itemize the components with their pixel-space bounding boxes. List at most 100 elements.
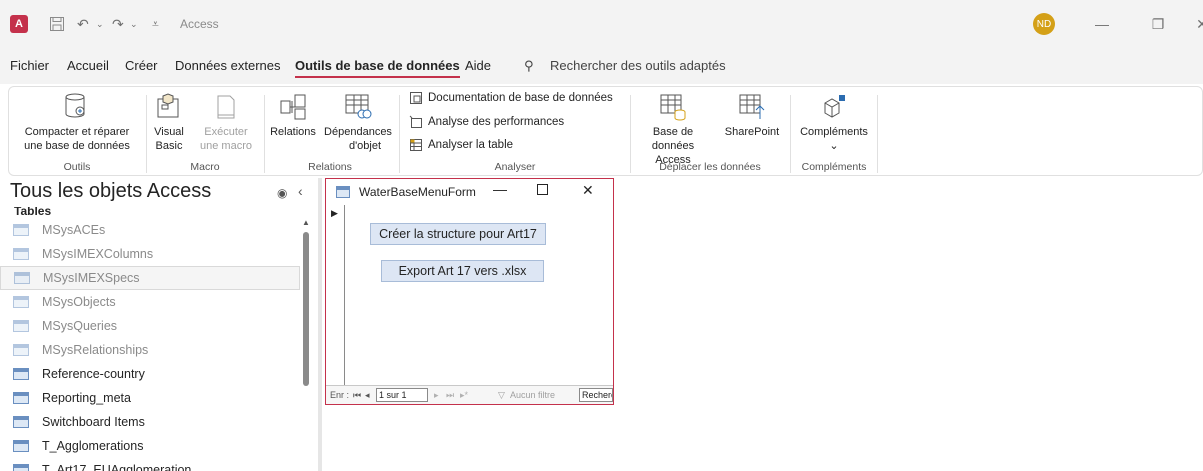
next-record-icon[interactable]: ▸ — [434, 390, 439, 401]
documentation-button[interactable]: Documentation de base de données — [408, 91, 613, 105]
dependencies-label-2: d'objet — [348, 140, 382, 152]
title-bar: A ↶ ⌄ ↷ ⌄ ⩡ Access ND — ❐ ✕ — [0, 0, 1203, 48]
tab-outils-bdd[interactable]: Outils de base de données — [295, 58, 460, 78]
group-outils: Compacter et réparer une base de données… — [9, 87, 145, 177]
run-macro-label-2: une macro — [200, 140, 252, 152]
prev-record-icon[interactable]: ◂ — [365, 390, 370, 401]
chevron-left-icon[interactable]: ‹ — [298, 183, 303, 199]
nav-item-label: MSysObjects — [42, 295, 116, 309]
group-relations: Relations Dépendances d'objet Relations — [265, 87, 395, 177]
visual-label-1: Visual — [154, 126, 184, 138]
close-icon[interactable]: ✕ — [582, 182, 594, 199]
save-icon[interactable] — [49, 14, 65, 34]
addins-label: Compléments — [800, 126, 868, 138]
nav-item-table[interactable]: MSysIMEXSpecs — [0, 266, 300, 290]
tab-aide[interactable]: Aide — [465, 58, 491, 73]
section-header-tables[interactable]: Tables — [14, 207, 51, 217]
analyze-table-button[interactable]: Analyser la table — [408, 138, 513, 152]
undo-icon[interactable]: ↶ — [77, 14, 89, 34]
nav-item-table[interactable]: MSysIMEXColumns — [0, 242, 300, 266]
record-selector[interactable]: ▶ — [326, 205, 345, 385]
table-icon — [14, 272, 30, 284]
nav-item-label: MSysACEs — [42, 223, 106, 237]
tab-accueil[interactable]: Accueil — [67, 58, 109, 73]
access-database-button[interactable]: Base de données Access — [633, 91, 713, 167]
access-db-label-1: Base de — [652, 126, 694, 138]
nav-pane-title[interactable]: Tous les objets Access — [10, 180, 211, 203]
access-icon[interactable]: A — [10, 15, 28, 33]
nav-item-table[interactable]: MSysACEs — [0, 218, 300, 242]
group-complements: Compléments ⌄ Compléments — [791, 87, 877, 177]
nav-item-table[interactable]: T_Agglomerations — [0, 434, 300, 458]
export-xlsx-button[interactable]: Export Art 17 vers .xlsx — [381, 260, 544, 282]
menu-bar: Fichier Accueil Créer Données externes O… — [0, 48, 1203, 84]
table-icon — [13, 248, 29, 260]
table-icon — [13, 440, 29, 452]
object-dependencies-button[interactable]: Dépendances d'objet — [321, 91, 395, 153]
analyze-table-icon — [408, 138, 424, 152]
sharepoint-button[interactable]: SharePoint — [717, 91, 787, 139]
nav-menu-icon[interactable]: ◉ — [277, 186, 287, 200]
compact-repair-button[interactable]: Compacter et réparer une base de données — [15, 91, 139, 153]
minimize-icon[interactable]: — — [1090, 14, 1114, 34]
sharepoint-icon — [717, 91, 787, 123]
minimize-icon[interactable]: — — [493, 181, 507, 197]
visual-basic-button[interactable]: Visual Basic — [151, 91, 187, 153]
scroll-up-icon[interactable]: ▲ — [302, 218, 310, 227]
nav-item-table[interactable]: T_Art17_EUAgglomeration — [0, 458, 300, 471]
addins-button[interactable]: Compléments ⌄ — [795, 91, 873, 153]
table-icon — [13, 320, 29, 332]
tab-creer[interactable]: Créer — [125, 58, 158, 73]
analyze-table-label: Analyser la table — [428, 139, 514, 151]
chevron-down-icon: ⌄ — [829, 140, 839, 152]
access-database-icon — [633, 91, 713, 123]
visual-basic-icon — [151, 91, 187, 123]
nav-item-table[interactable]: MSysRelationships — [0, 338, 300, 362]
run-macro-button[interactable]: Exécuter une macro — [191, 91, 261, 153]
pane-splitter[interactable] — [318, 178, 322, 471]
new-record-icon[interactable]: ▸* — [460, 390, 468, 401]
nav-item-table[interactable]: Reporting_meta — [0, 386, 300, 410]
group-label-deplacer: Déplacer les données — [659, 161, 761, 173]
scrollbar-thumb[interactable] — [303, 232, 309, 386]
redo-icon[interactable]: ↷ — [112, 14, 124, 34]
table-icon — [13, 392, 29, 404]
maximize-icon[interactable] — [537, 184, 548, 195]
tab-donnees-externes[interactable]: Données externes — [175, 58, 281, 73]
run-macro-label-1: Exécuter — [204, 126, 248, 138]
nav-item-table[interactable]: Reference-country — [0, 362, 300, 386]
nav-item-table[interactable]: MSysQueries — [0, 314, 300, 338]
group-macro: Visual Basic Exécuter une macro Macro — [147, 87, 263, 177]
nav-item-table[interactable]: MSysObjects — [0, 290, 300, 314]
restore-icon[interactable]: ❐ — [1146, 14, 1170, 34]
group-label-outils: Outils — [63, 161, 91, 173]
chevron-down-icon[interactable]: ⌄ — [96, 14, 104, 34]
addins-icon — [795, 91, 873, 123]
dependencies-icon — [321, 91, 395, 123]
current-record-field[interactable]: 1 sur 1 — [376, 388, 428, 402]
nav-item-table[interactable]: Switchboard Items — [0, 410, 300, 434]
performance-analysis-button[interactable]: Analyse des performances — [408, 115, 564, 129]
table-icon — [13, 368, 29, 380]
avatar[interactable]: ND — [1033, 13, 1055, 35]
customize-qat-icon[interactable]: ⩡ — [152, 14, 159, 34]
filter-icon[interactable]: ▽ — [498, 390, 505, 401]
close-icon[interactable]: ✕ — [1192, 14, 1203, 34]
form-title: WaterBaseMenuForm — [359, 185, 476, 199]
filter-status[interactable]: Aucun filtre — [510, 390, 555, 400]
search-input[interactable]: Rechercher des outils adaptés — [550, 58, 726, 73]
nav-item-label: T_Art17_EUAgglomeration — [42, 463, 192, 471]
form-title-bar[interactable]: WaterBaseMenuForm — ✕ — [326, 179, 613, 205]
record-search-input[interactable]: Rechercher — [579, 388, 613, 402]
search-icon[interactable]: ⚲ — [524, 58, 534, 74]
chevron-down-icon[interactable]: ⌄ — [130, 14, 138, 34]
group-label-relations: Relations — [308, 161, 352, 173]
relations-button[interactable]: Relations — [267, 91, 319, 139]
dependencies-label-1: Dépendances — [324, 126, 392, 138]
tab-fichier[interactable]: Fichier — [10, 58, 49, 73]
last-record-icon[interactable]: ⏭ — [446, 390, 454, 401]
sharepoint-label: SharePoint — [724, 126, 780, 138]
form-icon — [336, 186, 350, 198]
create-structure-button[interactable]: Créer la structure pour Art17 — [370, 223, 546, 245]
first-record-icon[interactable]: ⏮ — [353, 390, 361, 401]
